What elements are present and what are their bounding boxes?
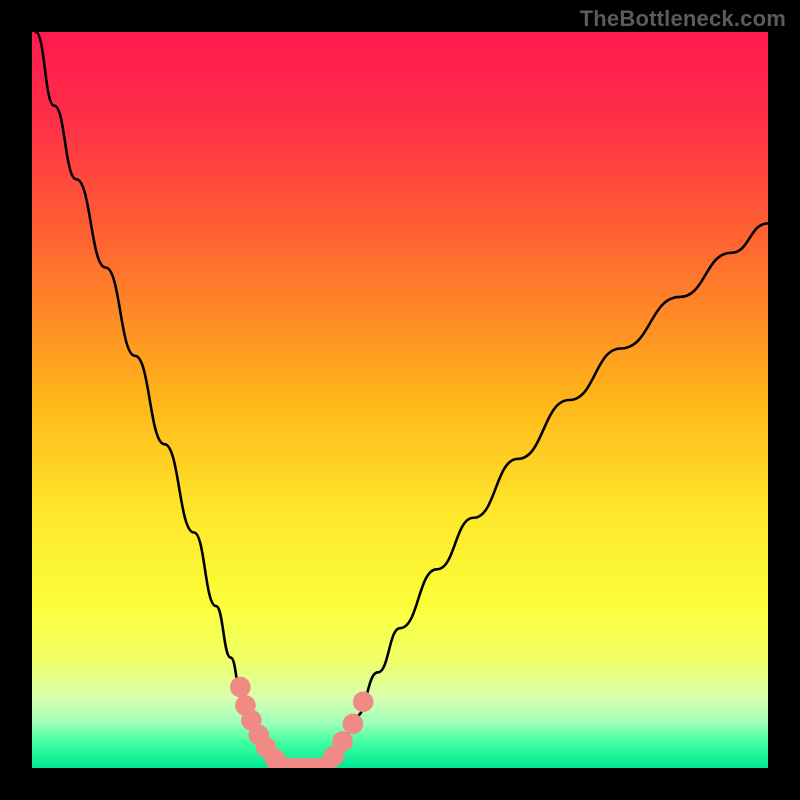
curve-left-curve (36, 32, 283, 768)
data-point (332, 731, 353, 752)
chart-frame: TheBottleneck.com (0, 0, 800, 800)
curve-lines (36, 32, 768, 768)
curve-right-curve (326, 223, 768, 768)
data-point (230, 677, 251, 698)
curve-layer (32, 32, 768, 768)
plot-area (32, 32, 768, 768)
scatter-markers (230, 677, 374, 768)
data-point (343, 714, 364, 735)
watermark-text: TheBottleneck.com (580, 6, 786, 32)
data-point (353, 691, 374, 712)
